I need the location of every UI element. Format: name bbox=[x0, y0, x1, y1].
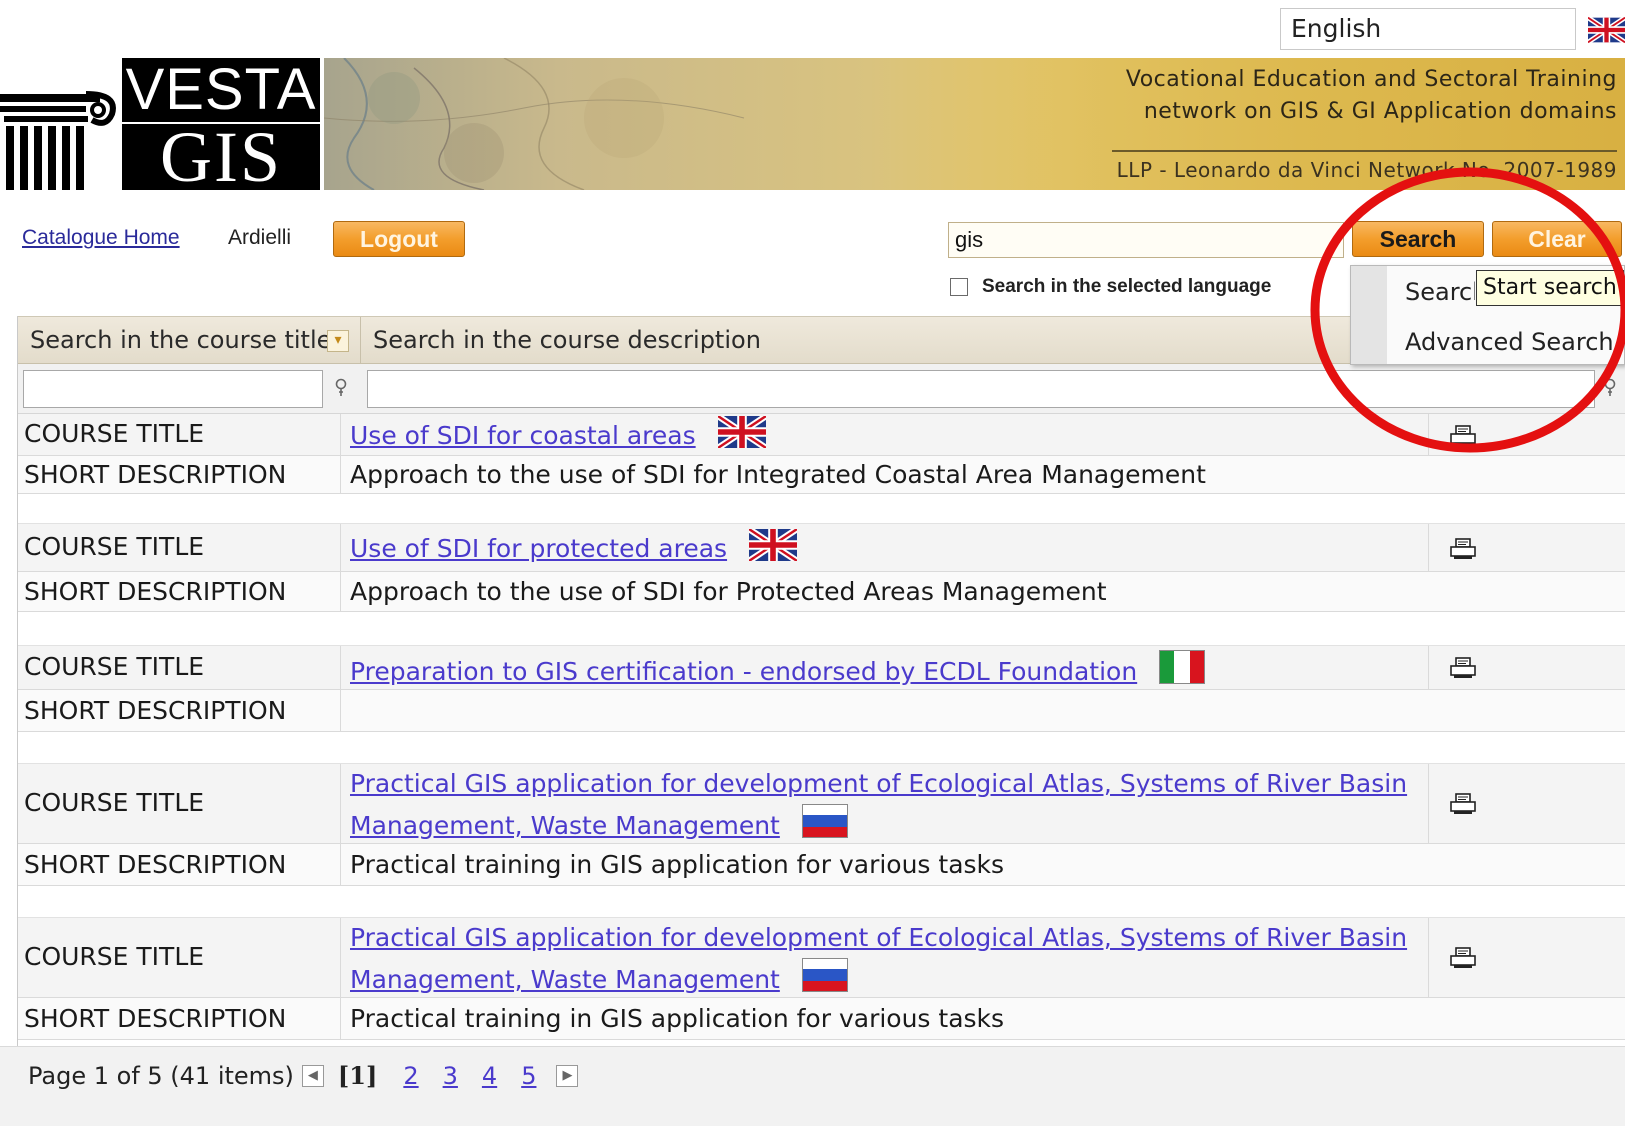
tagline-line-1: Vocational Education and Sectoral Traini… bbox=[1125, 67, 1617, 92]
course-title-link[interactable]: Preparation to GIS certification - endor… bbox=[350, 650, 1206, 692]
logout-button[interactable]: Logout bbox=[333, 221, 465, 257]
tagline-divider bbox=[1112, 150, 1617, 152]
row-spacer bbox=[18, 886, 1625, 918]
course-title-link[interactable]: Practical GIS application for developmen… bbox=[350, 918, 1407, 1000]
course-title-text: Use of SDI for protected areas bbox=[350, 534, 728, 563]
short-description-label: SHORT DESCRIPTION bbox=[24, 460, 287, 489]
uk-flag-icon[interactable] bbox=[1588, 16, 1625, 44]
search-input[interactable]: gis bbox=[948, 222, 1344, 258]
table-row: COURSE TITLE Use of SDI for coastal area… bbox=[18, 414, 1625, 456]
start-search-tooltip: Start search bbox=[1476, 270, 1624, 306]
clear-button[interactable]: Clear bbox=[1492, 221, 1622, 257]
header-description-search[interactable]: Search in the course description bbox=[361, 317, 1361, 363]
course-description: Approach to the use of SDI for Integrate… bbox=[350, 460, 1206, 489]
chevron-left-icon[interactable]: ◀ bbox=[301, 1064, 324, 1087]
short-description-label: SHORT DESCRIPTION bbox=[24, 577, 287, 606]
table-row: SHORT DESCRIPTION Approach to the use of… bbox=[18, 572, 1625, 612]
title-filter-input[interactable] bbox=[23, 370, 323, 408]
row-spacer bbox=[18, 732, 1625, 764]
pager: Page 1 of 5 (41 items) ◀ [1] 2 3 4 5 ▶ bbox=[0, 1046, 1625, 1126]
course-title-label: COURSE TITLE bbox=[24, 652, 205, 681]
table-row: COURSE TITLE Practical GIS application f… bbox=[18, 764, 1625, 844]
header-title-search[interactable]: Search in the course title bbox=[18, 317, 361, 363]
italy-flag-icon bbox=[1159, 650, 1206, 684]
row-spacer bbox=[18, 494, 1625, 524]
programme-reference: LLP - Leonardo da Vinci Network No. 2007… bbox=[1116, 158, 1617, 182]
print-icon[interactable] bbox=[1450, 538, 1476, 560]
course-description: Practical training in GIS application fo… bbox=[350, 850, 1005, 879]
chevron-right-icon[interactable]: ▶ bbox=[556, 1064, 579, 1087]
selected-language-label: Search in the selected language bbox=[982, 276, 1272, 297]
uk-flag-icon bbox=[717, 416, 766, 448]
russia-flag-icon bbox=[801, 958, 848, 992]
current-page: [1] bbox=[337, 1061, 378, 1090]
tagline-line-2: network on GIS & GI Application domains bbox=[1143, 99, 1617, 124]
short-description-label: SHORT DESCRIPTION bbox=[24, 850, 287, 879]
course-title-label: COURSE TITLE bbox=[24, 788, 205, 817]
print-icon[interactable] bbox=[1450, 657, 1476, 679]
table-row: COURSE TITLE Use of SDI for protected ar… bbox=[18, 524, 1625, 572]
course-description: Practical training in GIS application fo… bbox=[350, 1004, 1005, 1033]
course-description: Approach to the use of SDI for Protected… bbox=[350, 577, 1107, 606]
course-title-text: Use of SDI for coastal areas bbox=[350, 421, 696, 450]
course-title-line-2: Management, Waste Management bbox=[350, 811, 780, 840]
course-title-link[interactable]: Use of SDI for coastal areas bbox=[350, 416, 766, 456]
table-row: SHORT DESCRIPTION Approach to the use of… bbox=[18, 456, 1625, 494]
filter-row bbox=[18, 364, 1625, 414]
pager-summary: Page 1 of 5 (41 items) bbox=[28, 1061, 294, 1090]
course-grid: Search in the course title ▾ Search in t… bbox=[17, 316, 1625, 1126]
vesta-gis-logo[interactable]: VESTA GIS bbox=[0, 58, 324, 190]
russia-flag-icon bbox=[801, 804, 848, 838]
column-icon bbox=[0, 91, 116, 190]
menu-item-advanced-search[interactable]: Advanced Search bbox=[1405, 328, 1614, 356]
table-row: SHORT DESCRIPTION bbox=[18, 690, 1625, 732]
page-link-5[interactable]: 5 bbox=[521, 1062, 536, 1090]
short-description-label: SHORT DESCRIPTION bbox=[24, 696, 287, 725]
short-description-label: SHORT DESCRIPTION bbox=[24, 1004, 287, 1033]
course-title-line-1: Practical GIS application for developmen… bbox=[350, 769, 1408, 798]
table-row: COURSE TITLE Preparation to GIS certific… bbox=[18, 646, 1625, 690]
print-icon[interactable] bbox=[1450, 793, 1476, 815]
banner-tagline: Vocational Education and Sectoral Traini… bbox=[1097, 64, 1617, 128]
table-row: SHORT DESCRIPTION Practical training in … bbox=[18, 998, 1625, 1040]
logged-in-user: Ardielli bbox=[228, 226, 292, 249]
menu-icon-strip bbox=[1351, 266, 1387, 364]
selected-language-checkbox[interactable] bbox=[950, 278, 968, 296]
description-filter-input[interactable] bbox=[367, 370, 1595, 408]
course-title-line-2: Management, Waste Management bbox=[350, 965, 780, 994]
filter-icon[interactable] bbox=[1603, 378, 1617, 400]
logo-text-top: VESTA bbox=[122, 58, 320, 122]
page-link-3[interactable]: 3 bbox=[443, 1062, 458, 1090]
course-title-line-1: Practical GIS application for developmen… bbox=[350, 923, 1408, 952]
logo-text-bottom: GIS bbox=[122, 121, 320, 190]
site-banner: VESTA GIS Vocational Education and Secto… bbox=[0, 58, 1625, 190]
print-icon[interactable] bbox=[1450, 947, 1476, 969]
filter-icon[interactable] bbox=[334, 378, 348, 400]
table-row: SHORT DESCRIPTION Practical training in … bbox=[18, 844, 1625, 886]
course-title-link[interactable]: Use of SDI for protected areas bbox=[350, 529, 798, 569]
table-row: COURSE TITLE Practical GIS application f… bbox=[18, 918, 1625, 998]
print-icon[interactable] bbox=[1450, 425, 1476, 447]
page-link-2[interactable]: 2 bbox=[403, 1062, 418, 1090]
page-link-4[interactable]: 4 bbox=[482, 1062, 497, 1090]
uk-flag-icon bbox=[749, 529, 798, 561]
language-select[interactable]: English bbox=[1280, 8, 1576, 50]
course-title-label: COURSE TITLE bbox=[24, 532, 205, 561]
pager-controls: Page 1 of 5 (41 items) ◀ [1] 2 3 4 5 ▶ bbox=[28, 1061, 586, 1090]
chevron-down-icon[interactable]: ▾ bbox=[327, 330, 349, 352]
menu-item-search[interactable]: Search bbox=[1405, 278, 1475, 306]
course-title-label: COURSE TITLE bbox=[24, 942, 205, 971]
row-spacer bbox=[18, 612, 1625, 646]
banner-map-image bbox=[324, 58, 1104, 190]
search-button[interactable]: Search bbox=[1352, 221, 1484, 257]
course-title-link[interactable]: Practical GIS application for developmen… bbox=[350, 764, 1407, 846]
course-title-text: Preparation to GIS certification - endor… bbox=[350, 657, 1138, 686]
selected-language-option[interactable]: Search in the selected language bbox=[950, 274, 1271, 300]
course-title-label: COURSE TITLE bbox=[24, 419, 205, 448]
catalogue-home-link[interactable]: Catalogue Home bbox=[22, 226, 180, 250]
